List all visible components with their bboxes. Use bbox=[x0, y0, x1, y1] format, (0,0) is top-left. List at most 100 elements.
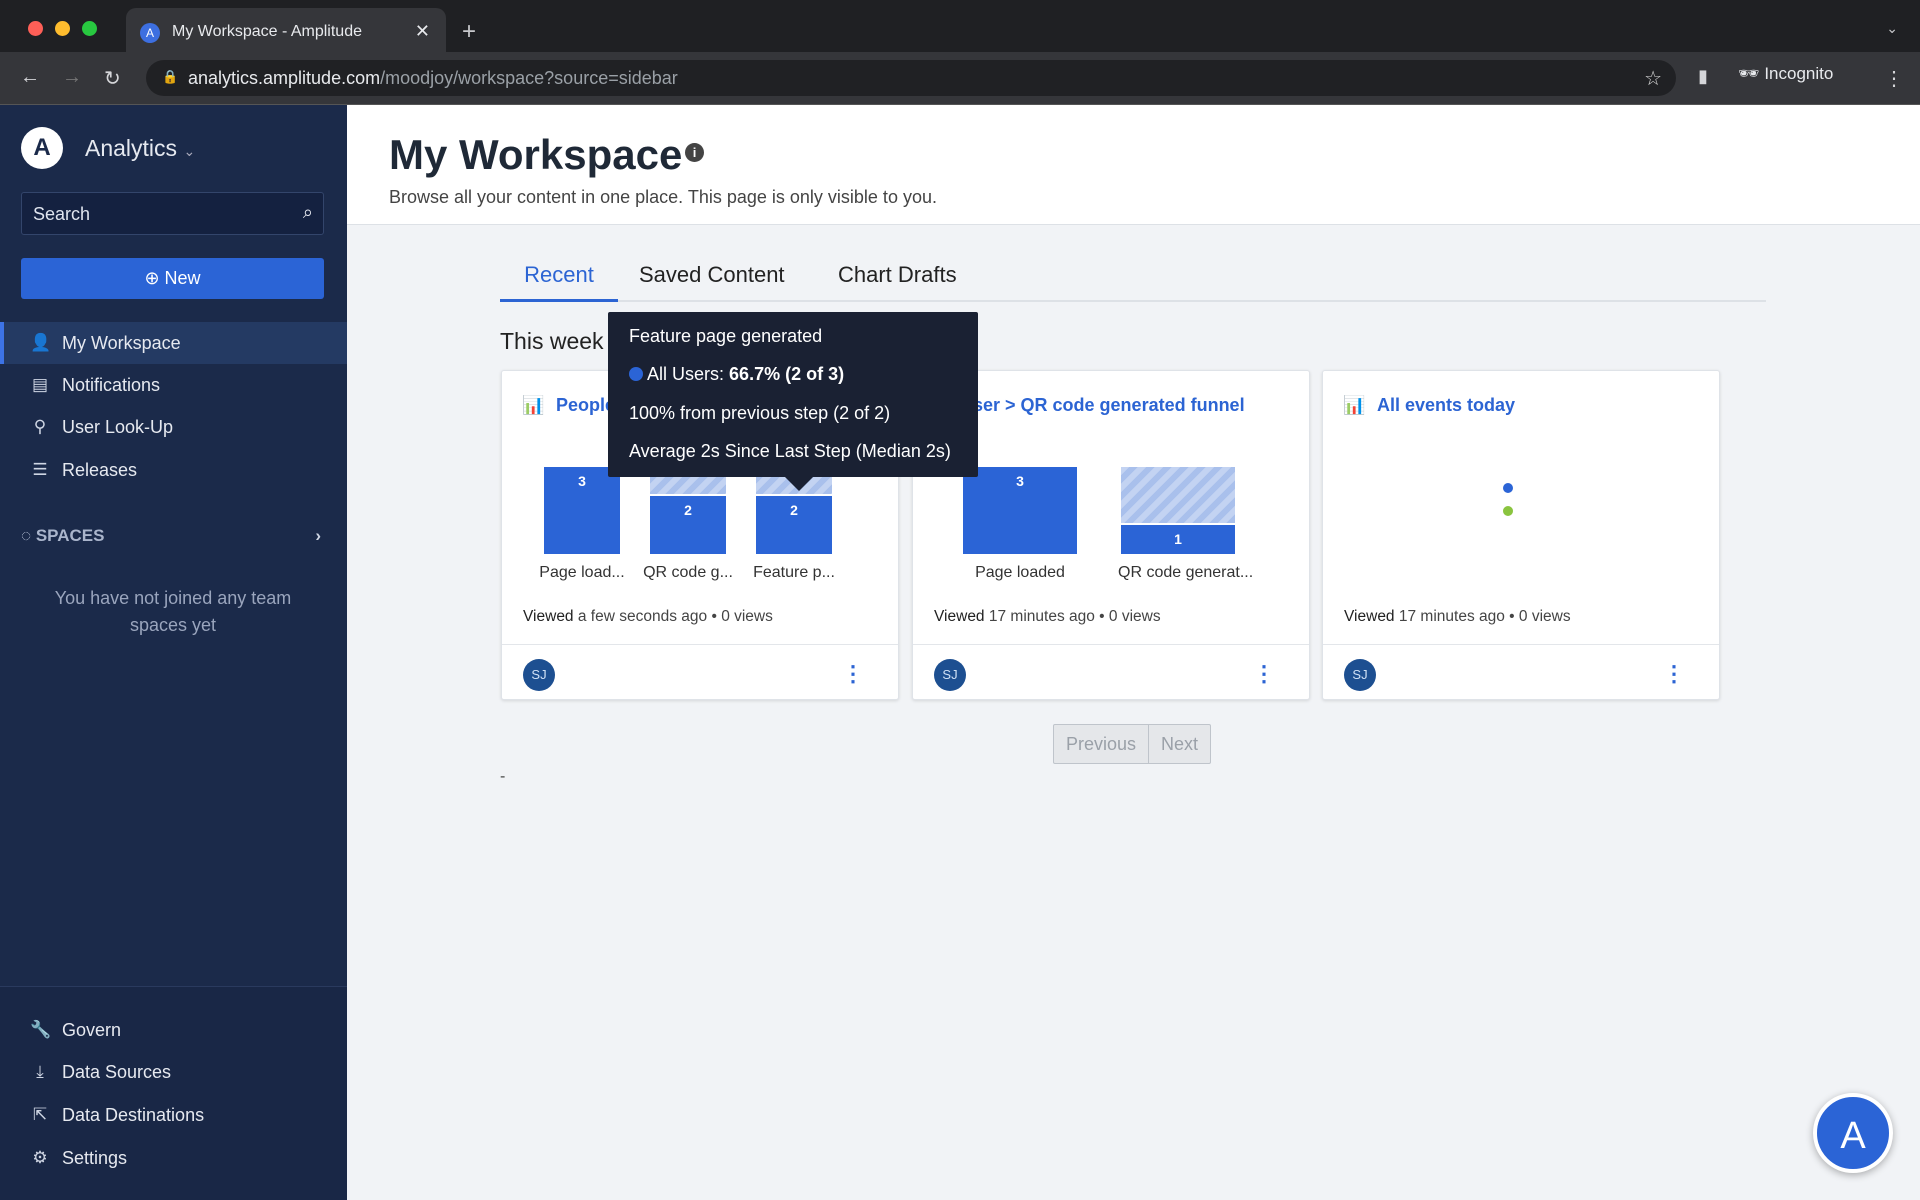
search-input[interactable]: Search ⌕ bbox=[21, 192, 324, 235]
new-button[interactable]: ⊕ New bbox=[21, 258, 324, 299]
tab-saved-content[interactable]: Saved Content bbox=[639, 262, 785, 288]
avatar[interactable]: SJ bbox=[934, 659, 966, 691]
incognito-icon: 🕶 bbox=[1738, 64, 1765, 83]
sidebar: A Analytics ⌄ Search ⌕ ⊕ New 👤 My Workspa… bbox=[0, 105, 347, 1200]
sidebar-item-label: User Look-Up bbox=[62, 417, 174, 437]
tooltip-time: Average 2s Since Last Step (Median 2s) bbox=[629, 441, 951, 461]
search-icon: ⌕ bbox=[302, 202, 313, 222]
viewed-label: Viewed bbox=[1344, 608, 1395, 625]
funnel-bar[interactable]: 2 bbox=[650, 496, 726, 554]
browser-tab[interactable]: A My Workspace - Amplitude ✕ bbox=[126, 8, 446, 52]
amplitude-logo-icon: A bbox=[21, 127, 63, 169]
close-tab-icon[interactable]: ✕ bbox=[415, 21, 430, 42]
funnel-dropoff-bar[interactable] bbox=[1121, 467, 1235, 523]
content-card[interactable]: 📊 All events today Viewed 17 minutes ago… bbox=[1322, 370, 1720, 700]
tab-search-chevron-icon[interactable]: ⌄ bbox=[1886, 20, 1898, 37]
url-host: analytics.amplitude.com bbox=[188, 68, 381, 88]
person-icon: 👤 bbox=[30, 333, 52, 352]
next-button[interactable]: Next bbox=[1149, 725, 1210, 763]
card-meta: Viewed 17 minutes ago • 0 views bbox=[934, 608, 1161, 625]
close-window-button[interactable] bbox=[28, 21, 43, 36]
more-options-icon[interactable]: ⋮ bbox=[1253, 661, 1275, 687]
wrench-icon: 🔧 bbox=[30, 1020, 52, 1039]
card-meta: Viewed a few seconds ago • 0 views bbox=[523, 608, 773, 625]
sidebar-item-data-destinations[interactable]: ⇱ Data Destinations bbox=[0, 1094, 347, 1136]
sidebar-item-my-workspace[interactable]: 👤 My Workspace bbox=[0, 322, 347, 364]
export-icon: ⇱ bbox=[32, 1105, 48, 1124]
legend-dot bbox=[1503, 506, 1513, 516]
tab-title: My Workspace - Amplitude bbox=[172, 23, 362, 40]
address-bar-row: ← → ↻ 🔒 analytics.amplitude.com/moodjoy/… bbox=[0, 52, 1920, 105]
sidebar-item-label: My Workspace bbox=[62, 333, 181, 353]
bar-value-label: 3 bbox=[1016, 473, 1024, 489]
sidebar-item-settings[interactable]: ⚙ Settings bbox=[0, 1137, 347, 1179]
funnel-bar[interactable]: 2 bbox=[756, 496, 832, 554]
spaces-empty-text: You have not joined any team spaces yet bbox=[54, 588, 292, 635]
spaces-header[interactable]: ◌ SPACES › bbox=[21, 526, 321, 546]
inbox-icon: ▤ bbox=[31, 375, 49, 394]
sidebar-item-govern[interactable]: 🔧 Govern bbox=[0, 1009, 347, 1051]
bookmark-star-icon[interactable]: ☆ bbox=[1644, 66, 1662, 91]
maximize-window-button[interactable] bbox=[82, 21, 97, 36]
bar-category-label: Feature p... bbox=[753, 564, 835, 581]
card-title[interactable]: ser > QR code generated funnel bbox=[973, 395, 1293, 416]
browser-menu-icon[interactable]: ⋮ bbox=[1884, 66, 1904, 91]
section-title: This week bbox=[500, 328, 604, 354]
pagination: Previous Next bbox=[1053, 724, 1211, 764]
browser-tab-bar: A My Workspace - Amplitude ✕ + ⌄ bbox=[0, 0, 1920, 52]
info-icon[interactable]: i bbox=[685, 143, 704, 162]
view-count: 0 views bbox=[721, 608, 773, 625]
amplitude-assistant-button[interactable]: A bbox=[1813, 1093, 1893, 1173]
sidebar-item-label: Govern bbox=[62, 1020, 122, 1040]
funnel-bar[interactable]: 3 bbox=[544, 467, 620, 554]
plus-circle-icon: ⊕ bbox=[144, 268, 165, 288]
tab-chart-drafts[interactable]: Chart Drafts bbox=[838, 262, 957, 288]
card-title[interactable]: All events today bbox=[1377, 395, 1515, 416]
viewed-label: Viewed bbox=[523, 608, 574, 625]
bar-category-label: Page load... bbox=[539, 564, 625, 581]
new-label: New bbox=[164, 268, 201, 288]
tooltip-series: All Users: 66.7% (2 of 3) bbox=[629, 364, 844, 385]
bar-category-label: Page loaded bbox=[975, 564, 1065, 581]
card-divider bbox=[913, 644, 1309, 645]
sidebar-item-data-sources[interactable]: ⤓ Data Sources bbox=[0, 1051, 347, 1093]
profile-label: Incognito bbox=[1764, 64, 1834, 83]
previous-button[interactable]: Previous bbox=[1054, 725, 1149, 763]
download-icon: ⤓ bbox=[36, 1062, 44, 1081]
new-tab-icon[interactable]: + bbox=[462, 18, 476, 46]
app-switcher[interactable]: Analytics ⌄ bbox=[85, 135, 195, 162]
view-count: 0 views bbox=[1108, 608, 1161, 625]
more-options-icon[interactable]: ⋮ bbox=[1663, 661, 1685, 687]
series-dot-icon bbox=[629, 367, 643, 381]
page-title: My Workspace bbox=[389, 131, 683, 178]
sidebar-item-notifications[interactable]: ▤ Notifications bbox=[0, 364, 347, 406]
funnel-chart-icon: 📊 bbox=[522, 395, 545, 415]
url-field[interactable]: 🔒 analytics.amplitude.com/moodjoy/worksp… bbox=[146, 60, 1676, 96]
gear-icon: ⚙ bbox=[32, 1148, 48, 1167]
sidebar-item-releases[interactable]: ☰ Releases bbox=[0, 449, 347, 491]
chevron-right-icon[interactable]: › bbox=[315, 526, 321, 546]
search-placeholder: Search bbox=[33, 204, 91, 224]
avatar[interactable]: SJ bbox=[523, 659, 555, 691]
chevron-down-icon: ⌄ bbox=[183, 143, 196, 159]
back-icon[interactable]: ← bbox=[20, 66, 40, 89]
chart-icon: 📊 bbox=[1343, 395, 1366, 415]
sidebar-item-label: Releases bbox=[62, 460, 138, 480]
reload-icon[interactable]: ↻ bbox=[104, 66, 121, 91]
funnel-bar[interactable]: 3 bbox=[963, 467, 1077, 554]
avatar[interactable]: SJ bbox=[1344, 659, 1376, 691]
minimize-window-button[interactable] bbox=[55, 21, 70, 36]
sidepanel-icon[interactable]: ▮ bbox=[1698, 66, 1708, 87]
tab-recent[interactable]: Recent bbox=[500, 262, 618, 302]
sidebar-item-label: Settings bbox=[62, 1148, 128, 1168]
series-name: All Users: bbox=[647, 364, 725, 384]
forward-icon[interactable]: → bbox=[62, 66, 82, 89]
funnel-bar[interactable]: 1 bbox=[1121, 525, 1235, 554]
sidebar-item-user-lookup[interactable]: ⚲ User Look-Up bbox=[0, 406, 347, 448]
lock-icon: 🔒 bbox=[162, 69, 179, 84]
incognito-badge[interactable]: 🕶 Incognito bbox=[1738, 64, 1833, 84]
bar-category-label: QR code generat... bbox=[1118, 564, 1254, 581]
page-header: My Workspace i Browse all your content i… bbox=[347, 105, 1920, 225]
bar-category-label: QR code g... bbox=[643, 564, 733, 581]
more-options-icon[interactable]: ⋮ bbox=[842, 661, 864, 687]
